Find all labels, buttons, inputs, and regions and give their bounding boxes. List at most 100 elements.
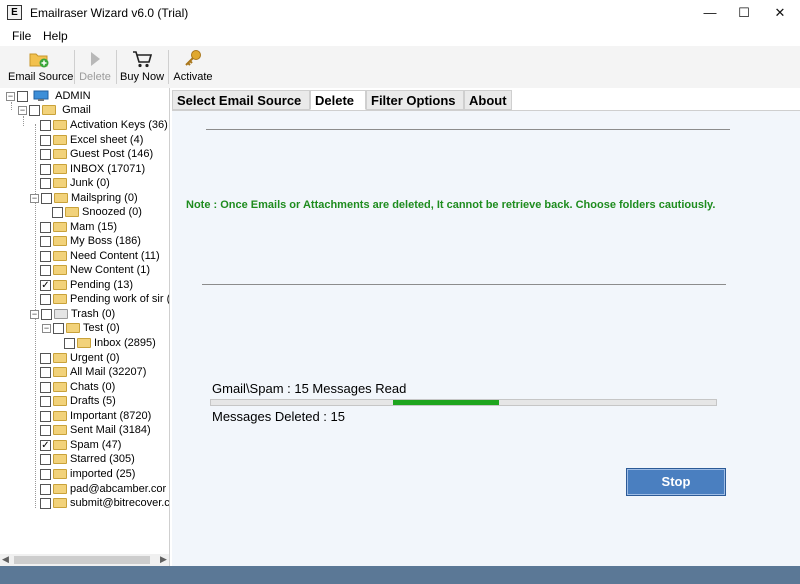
tree-label: Sent Mail (3184) [70,424,151,437]
tree-folder[interactable]: Excel sheet (4) [40,133,143,147]
tree-folder[interactable]: My Boss (186) [40,234,141,248]
tree-folder[interactable]: Snoozed (0) [52,205,142,219]
buy-now-button[interactable]: Buy Now [120,48,164,86]
folder-icon [53,135,67,146]
checkbox-checked[interactable]: ✓ [40,279,51,291]
tree-root-admin[interactable]: − ADMIN [6,89,91,103]
tree-folder[interactable]: Pending work of sir (2 [40,292,169,306]
tree-folder[interactable]: Junk (0) [40,176,110,190]
checkbox[interactable] [40,177,51,189]
activate-button[interactable]: Activate [173,48,213,86]
tab-delete[interactable]: Delete [310,90,366,110]
checkbox[interactable] [53,322,64,334]
tab-select-email-source[interactable]: Select Email Source [172,90,310,110]
tree-folder[interactable]: Important (8720) [40,409,151,423]
tab-about[interactable]: About [464,90,512,110]
folder-icon [53,382,67,393]
checkbox[interactable] [40,424,51,436]
tree-label: Mam (15) [70,221,118,234]
checkbox[interactable] [52,206,63,218]
minimize-button[interactable]: — [692,0,728,26]
tree-folder[interactable]: ✓ Pending (13) [40,278,133,292]
tree-folder[interactable]: submit@bitrecover.c [40,496,169,510]
scroll-right-icon[interactable]: ▶ [160,554,167,565]
tree-folder[interactable]: Drafts (5) [40,394,116,408]
checkbox[interactable] [40,134,51,146]
tree-folder[interactable]: Sent Mail (3184) [40,423,151,437]
maximize-button[interactable]: ☐ [726,0,762,26]
tree-label: imported (25) [70,468,136,481]
tree-folder[interactable]: − Mailspring (0) [30,191,138,205]
tree-line [11,102,12,110]
menu-bar: File Help [0,26,800,46]
collapse-toggle[interactable]: − [42,323,51,333]
checkbox[interactable] [64,337,75,349]
checkbox[interactable] [40,119,51,131]
tree-folder[interactable]: Activation Keys (36) [40,118,168,132]
checkbox[interactable] [41,308,52,320]
checkbox[interactable] [40,148,51,160]
collapse-toggle[interactable]: − [18,105,27,115]
stop-button[interactable]: Stop [626,468,726,496]
checkbox[interactable] [40,293,51,305]
tree-folder[interactable]: Chats (0) [40,380,115,394]
checkbox[interactable] [40,483,51,495]
checkbox[interactable] [40,468,51,480]
status-bar [0,566,800,584]
folder-icon [53,265,67,276]
computer-icon [33,90,49,102]
tree-folder[interactable]: INBOX (17071) [40,162,145,176]
tree-label: Drafts (5) [70,395,116,408]
collapse-toggle[interactable]: − [30,193,39,203]
folder-icon [53,164,67,175]
checkbox[interactable] [40,352,51,364]
tree-folder[interactable]: Inbox (2895) [64,336,156,350]
tree-account-gmail[interactable]: − Gmail [18,103,91,117]
scrollbar-thumb[interactable] [14,556,150,564]
tree-folder[interactable]: Urgent (0) [40,351,120,365]
tree-folder[interactable]: − Trash (0) [30,307,115,321]
collapse-toggle[interactable]: − [30,309,39,319]
tree-folder[interactable]: imported (25) [40,467,135,481]
tree-folder[interactable]: All Mail (32207) [40,365,146,379]
checkbox[interactable] [40,264,51,276]
tree-folder[interactable]: pad@abcamber.cor [40,482,166,496]
folder-icon [53,411,67,422]
checkbox[interactable] [40,381,51,393]
collapse-toggle[interactable]: − [6,91,15,101]
delete-button[interactable]: Delete [78,48,112,86]
tree-folder[interactable]: Starred (305) [40,452,135,466]
checkbox[interactable] [29,104,40,116]
tree-folder[interactable]: ✓ Spam (47) [40,438,121,452]
menu-help[interactable]: Help [43,29,68,43]
checkbox[interactable] [40,163,51,175]
checkbox[interactable] [41,192,52,204]
checkbox[interactable] [40,250,51,262]
tree-label: INBOX (17071) [70,163,146,176]
email-source-button[interactable]: Email Source [8,48,73,86]
checkbox[interactable] [40,221,51,233]
folder-tree[interactable]: − ADMIN − Gmail Activation Keys (36) Exc… [0,88,170,566]
checkbox[interactable] [40,453,51,465]
cart-icon [133,51,153,68]
tab-filter-options[interactable]: Filter Options [366,90,464,110]
tree-label: Pending (13) [70,279,133,292]
checkbox-checked[interactable]: ✓ [40,439,51,451]
menu-file[interactable]: File [12,29,31,43]
checkbox[interactable] [17,90,28,102]
checkbox[interactable] [40,410,51,422]
tree-label: Starred (305) [70,453,135,466]
checkbox[interactable] [40,395,51,407]
checkbox[interactable] [40,235,51,247]
close-button[interactable]: ✕ [762,0,798,26]
tree-folder[interactable]: Mam (15) [40,220,117,234]
tree-folder[interactable]: Guest Post (146) [40,147,153,161]
horizontal-scrollbar[interactable]: ◀ ▶ [0,554,169,566]
tree-folder[interactable]: New Content (1) [40,263,150,277]
tree-folder[interactable]: Need Content (11) [40,249,160,263]
checkbox[interactable] [40,366,51,378]
tree-folder[interactable]: − Test (0) [42,321,120,335]
checkbox[interactable] [40,497,51,509]
scroll-left-icon[interactable]: ◀ [2,554,9,565]
toolbar: Email Source Delete Buy Now Activate [0,46,800,88]
